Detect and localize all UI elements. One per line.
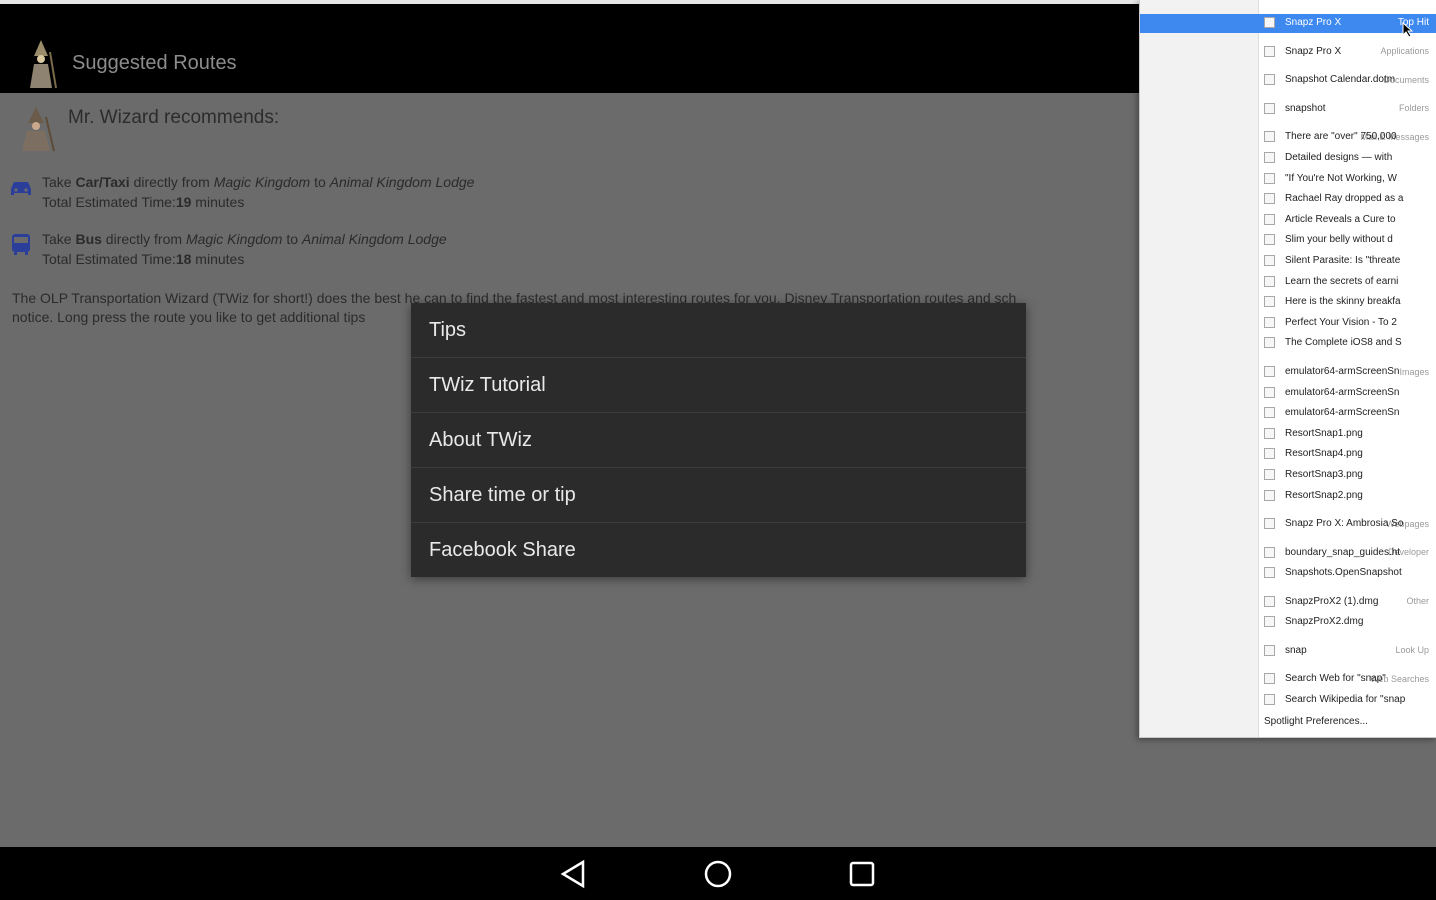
spotlight-result-row[interactable]: SnapzProX2 (1).dmg (1264, 593, 1436, 611)
spotlight-result-row[interactable]: Snapshot Calendar.dotm (1264, 71, 1436, 89)
spotlight-result-row[interactable]: Here is the skinny breakfa (1264, 293, 1436, 311)
app-icon (1264, 45, 1275, 57)
mail-icon (1264, 233, 1275, 245)
image-icon (1264, 489, 1275, 501)
webpage-icon (1264, 517, 1275, 529)
spotlight-result-row[interactable]: Rachael Ray dropped as a (1264, 190, 1436, 208)
spotlight-result-row[interactable]: Slim your belly without d (1264, 231, 1436, 249)
spotlight-result-row[interactable]: Perfect Your Vision - To 2 (1264, 314, 1436, 332)
mail-icon (1264, 192, 1275, 204)
spotlight-result-row[interactable]: Learn the secrets of earni (1264, 273, 1436, 291)
menu-item-tips[interactable]: Tips (411, 303, 1026, 358)
mail-icon (1264, 295, 1275, 307)
spotlight-result-row[interactable]: "If You're Not Working, W (1264, 170, 1436, 188)
spotlight-result-row[interactable]: Search Wikipedia for "snap (1264, 691, 1436, 709)
mail-icon (1264, 213, 1275, 225)
recents-icon (849, 861, 875, 887)
spotlight-result-row[interactable]: snap (1264, 642, 1436, 660)
wizard-logo-icon[interactable] (22, 38, 60, 90)
recents-button[interactable] (845, 857, 879, 891)
mail-icon (1264, 336, 1275, 348)
back-button[interactable] (557, 857, 591, 891)
menu-item-about-twiz[interactable]: About TWiz (411, 413, 1026, 468)
spotlight-result-row[interactable]: There are "over" 750,000 (1264, 128, 1436, 146)
spotlight-result-row[interactable]: The Complete iOS8 and S (1264, 334, 1436, 352)
image-icon (1264, 468, 1275, 480)
spotlight-result-row[interactable]: emulator64-armScreenSn (1264, 404, 1436, 422)
image-icon (1264, 447, 1275, 459)
spotlight-category-column (1140, 0, 1259, 737)
image-icon (1264, 427, 1275, 439)
spotlight-result-row[interactable]: snapshot (1264, 100, 1436, 118)
route-item-car[interactable]: Take Car/Taxi directly from Magic Kingdo… (8, 172, 608, 216)
bus-icon (12, 234, 30, 255)
dictionary-icon (1264, 644, 1275, 656)
spotlight-result-row[interactable]: Silent Parasite: Is "threate (1264, 252, 1436, 270)
menu-item-facebook-share[interactable]: Facebook Share (411, 523, 1026, 577)
image-icon (1264, 365, 1275, 377)
spotlight-result-row[interactable]: ResortSnap1.png (1264, 425, 1436, 443)
globe-icon (1264, 693, 1275, 705)
route-text: Take Car/Taxi directly from Magic Kingdo… (42, 174, 475, 210)
back-icon (560, 859, 585, 889)
spotlight-result-row[interactable]: emulator64-armScreenSn (1264, 363, 1436, 381)
menu-item-twiz-tutorial[interactable]: TWiz Tutorial (411, 358, 1026, 413)
spotlight-results-panel: Top Hit Applications Documents Folders M… (1139, 0, 1436, 738)
spotlight-result-row[interactable]: ResortSnap4.png (1264, 445, 1436, 463)
mail-icon (1264, 316, 1275, 328)
mail-icon (1264, 172, 1275, 184)
developer-file-icon (1264, 546, 1275, 558)
spotlight-result-row[interactable]: Snapz Pro X (1264, 43, 1436, 61)
image-icon (1264, 386, 1275, 398)
spotlight-result-row[interactable]: Snapz Pro X: Ambrosia So (1264, 515, 1436, 533)
mouse-cursor-icon (1402, 22, 1414, 38)
app-icon (1264, 16, 1275, 28)
context-menu: Tips TWiz Tutorial About TWiz Share time… (411, 303, 1026, 577)
spotlight-result-row[interactable]: Snapshots.OpenSnapshot (1264, 564, 1436, 582)
home-icon (704, 860, 732, 888)
image-icon (1264, 406, 1275, 418)
mail-icon (1264, 254, 1275, 266)
android-nav-bar (0, 847, 1436, 900)
spotlight-result-row[interactable]: SnapzProX2.dmg (1264, 613, 1436, 631)
spotlight-result-row[interactable]: Article Reveals a Cure to (1264, 211, 1436, 229)
wizard-avatar-icon (22, 107, 55, 152)
folder-icon (1264, 102, 1275, 114)
spotlight-result-row[interactable]: ResortSnap2.png (1264, 487, 1436, 505)
app-bar-title: Suggested Routes (72, 52, 237, 74)
spotlight-preferences-link[interactable]: Spotlight Preferences... (1264, 716, 1368, 727)
spotlight-result-row[interactable]: ResortSnap3.png (1264, 466, 1436, 484)
route-item-bus[interactable]: Take Bus directly from Magic Kingdom to … (8, 229, 608, 273)
disk-image-icon (1264, 595, 1275, 607)
spotlight-result-row[interactable]: boundary_snap_guides.ht (1264, 544, 1436, 562)
menu-item-share-time-or-tip[interactable]: Share time or tip (411, 468, 1026, 523)
mail-icon (1264, 275, 1275, 287)
spotlight-result-row[interactable]: Search Web for "snap" (1264, 670, 1436, 688)
developer-file-icon (1264, 566, 1275, 578)
recommendation-heading: Mr. Wizard recommends: (68, 107, 280, 128)
home-button[interactable] (701, 857, 735, 891)
spotlight-result-row[interactable]: emulator64-armScreenSn (1264, 384, 1436, 402)
spotlight-result-row[interactable]: Detailed designs — with (1264, 149, 1436, 167)
mail-icon (1264, 130, 1275, 142)
car-icon (11, 182, 31, 195)
disk-image-icon (1264, 615, 1275, 627)
globe-icon (1264, 672, 1275, 684)
route-text: Take Bus directly from Magic Kingdom to … (42, 231, 447, 267)
document-icon (1264, 73, 1275, 85)
mail-icon (1264, 151, 1275, 163)
